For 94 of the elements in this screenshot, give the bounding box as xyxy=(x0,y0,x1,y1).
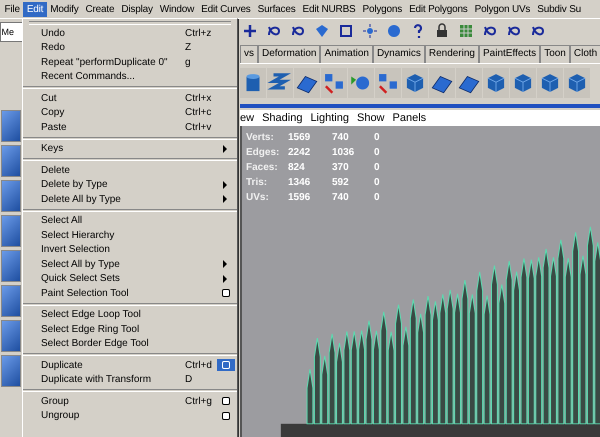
menu-item[interactable]: Recent Commands... xyxy=(41,71,185,82)
viewport-menu-item[interactable]: Panels xyxy=(392,112,426,124)
plane-icon[interactable] xyxy=(456,68,482,98)
menu-bar-item[interactable]: Subdiv Su xyxy=(534,2,585,16)
menu-bar-item[interactable]: Edit NURBS xyxy=(299,2,360,16)
shelf-tab[interactable]: Rendering xyxy=(424,45,479,63)
menu-item[interactable]: Select Border Edge Tool xyxy=(41,338,185,350)
shelf-tab[interactable]: Deformation xyxy=(258,45,320,63)
menu-item[interactable]: Delete by Type xyxy=(41,179,185,190)
tool-icon[interactable] xyxy=(1,355,21,387)
hud-label: Tris: xyxy=(246,177,268,188)
hud-value: 740 xyxy=(332,132,350,143)
cubes-icon[interactable] xyxy=(375,68,401,98)
menu-item[interactable]: Select All xyxy=(41,215,185,226)
hud-label: Edges: xyxy=(246,147,280,158)
menu-bar-item[interactable]: Polygon UVs xyxy=(471,2,534,16)
menu-item[interactable]: Invert Selection xyxy=(41,244,185,256)
menu-item[interactable]: Quick Select Sets xyxy=(41,273,185,284)
shortcut-text: D xyxy=(185,374,194,386)
tool-icon[interactable] xyxy=(1,180,21,212)
menu-item[interactable]: Undo xyxy=(41,28,185,39)
viewport-menu-item[interactable]: Lighting xyxy=(310,112,349,124)
tool-icon[interactable] xyxy=(1,320,21,352)
hud-value: 2242 xyxy=(288,147,312,158)
menu-bar-item[interactable]: Create xyxy=(82,2,118,16)
menu-item[interactable]: Delete xyxy=(41,164,185,176)
tool-icon[interactable] xyxy=(1,110,21,142)
hud-value: 1346 xyxy=(288,177,312,188)
shortcut-text: Z xyxy=(185,42,192,54)
tool-icon[interactable] xyxy=(1,145,21,177)
shelf-tab[interactable]: Animation xyxy=(320,45,373,63)
menu-bar-item[interactable]: Polygons xyxy=(359,2,406,16)
menu-item[interactable]: Select Edge Loop Tool xyxy=(41,309,185,320)
hud-value: 740 xyxy=(332,192,350,203)
shortcut-text: Ctrl+g xyxy=(185,396,213,407)
menu-item[interactable]: Group xyxy=(41,396,185,407)
hud-value: 0 xyxy=(374,177,381,188)
hud-label: UVs: xyxy=(246,192,270,203)
menu-item[interactable]: Paste xyxy=(41,122,185,133)
hud-value: 1036 xyxy=(332,147,356,158)
shortcut-text: Ctrl+d xyxy=(185,360,213,371)
shortcut-text: Ctrl+z xyxy=(185,28,212,39)
shelf-tab[interactable]: vs xyxy=(240,45,258,63)
menu-item[interactable]: Keys xyxy=(41,143,185,154)
shelf-tab[interactable]: Toon xyxy=(540,45,570,63)
menu-bar-item[interactable]: Modify xyxy=(46,2,82,16)
menu-bar-item[interactable]: File xyxy=(1,2,24,16)
shelf-tab[interactable]: Dynamics xyxy=(372,45,425,63)
shelf-tab[interactable]: Cloth xyxy=(570,45,600,63)
menu-bar-item[interactable]: Edit Curves xyxy=(198,2,254,16)
mode-field[interactable]: Me xyxy=(0,22,22,42)
menu-item[interactable]: Duplicate xyxy=(41,360,185,371)
hud-value: 370 xyxy=(332,162,350,173)
menu-bar-item[interactable]: Window xyxy=(156,2,198,16)
cylinder-icon[interactable] xyxy=(240,68,266,98)
viewport-menu-item[interactable]: Shading xyxy=(262,112,302,124)
tool-icon[interactable] xyxy=(1,250,21,282)
menu-bar-item[interactable]: Edit Polygons xyxy=(406,2,472,16)
shortcut-text: Ctrl+v xyxy=(185,122,212,133)
tool-icon[interactable] xyxy=(1,285,21,317)
menu-item[interactable]: Redo xyxy=(41,42,185,54)
hud-value: 0 xyxy=(374,132,381,143)
menu-item[interactable]: Cut xyxy=(41,92,185,104)
menu-bar-item[interactable]: Surfaces xyxy=(254,2,299,16)
hud-label: Verts: xyxy=(246,132,275,143)
tool-icon[interactable] xyxy=(1,215,21,247)
viewport-menu-item[interactable]: ew xyxy=(240,112,254,124)
menu-item[interactable]: Select Hierarchy xyxy=(41,230,185,241)
menu-item[interactable]: Delete All by Type xyxy=(41,194,185,205)
plane-icon[interactable] xyxy=(294,68,320,98)
hud-value: 1569 xyxy=(288,132,312,143)
menu-bar-item[interactable]: Display xyxy=(118,2,156,16)
menu-item[interactable]: Select All by Type xyxy=(41,258,185,270)
hud-value: 824 xyxy=(288,162,306,173)
menu-item[interactable]: Select Edge Ring Tool xyxy=(41,324,185,335)
shelf-tab[interactable]: PaintEffects xyxy=(479,45,540,63)
menu-bar-item[interactable]: Edit xyxy=(23,2,47,16)
plane-icon[interactable] xyxy=(429,68,455,98)
hud-value: 0 xyxy=(374,147,381,158)
shortcut-text: Ctrl+c xyxy=(185,107,212,118)
menu-item[interactable]: Paint Selection Tool xyxy=(41,288,185,299)
hud-label: Faces: xyxy=(246,162,279,173)
hud-value: 592 xyxy=(332,177,350,188)
menu-item[interactable]: Ungroup xyxy=(41,410,185,422)
hud-value: 1596 xyxy=(288,192,312,203)
menu-item[interactable]: Copy xyxy=(41,107,185,118)
hud-value: 0 xyxy=(374,162,381,173)
menu-item[interactable]: Repeat "performDuplicate 0" xyxy=(41,56,185,68)
menu-item[interactable]: Duplicate with Transform xyxy=(41,374,185,386)
shortcut-text: Ctrl+x xyxy=(185,92,212,104)
shortcut-text: g xyxy=(185,56,192,68)
hud-value: 0 xyxy=(374,192,381,203)
viewport-menu-item[interactable]: Show xyxy=(356,112,385,124)
light-icon[interactable] xyxy=(360,21,380,41)
